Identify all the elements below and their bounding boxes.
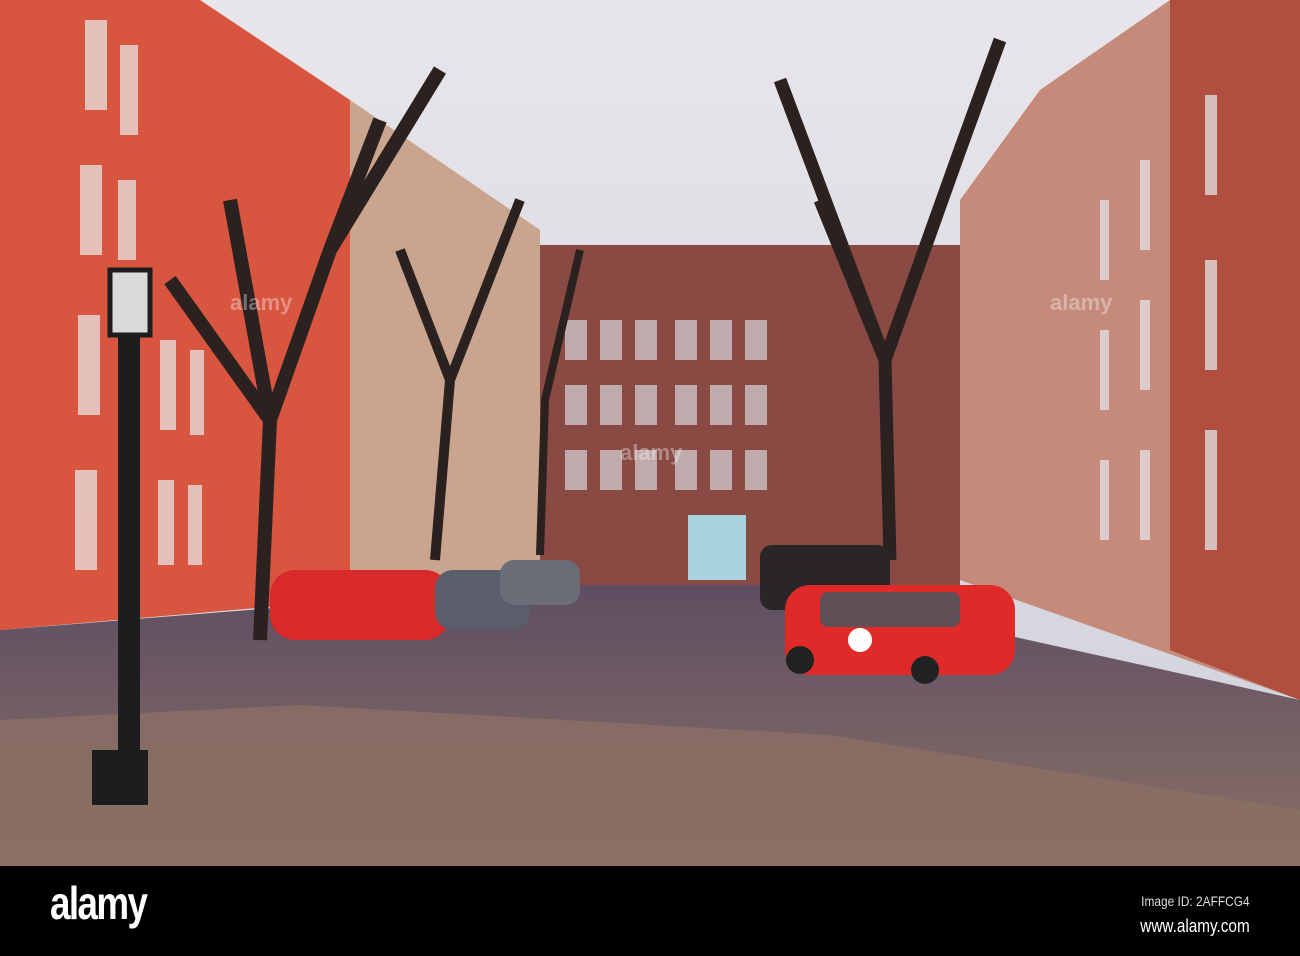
blue-garage-door [688,515,746,580]
watermark-text: alamy [1050,290,1113,315]
image-id: Image ID: 2AFFCG4 [1141,893,1250,909]
alamy-logo: alamy [50,877,148,929]
left-red-building [0,0,350,630]
watermark-bar: alamy Image ID: 2AFFCG4 www.alamy.com [0,866,1300,956]
right-corner-building [1170,0,1300,700]
watermark-text: alamy [620,440,683,465]
stock-photo: alamy alamy alamy alamy Image ID: 2AFFCG… [0,0,1300,956]
website-url: www.alamy.com [1140,916,1250,936]
amsterdam-street-scene [0,0,1300,866]
watermark-text: alamy [230,290,293,315]
